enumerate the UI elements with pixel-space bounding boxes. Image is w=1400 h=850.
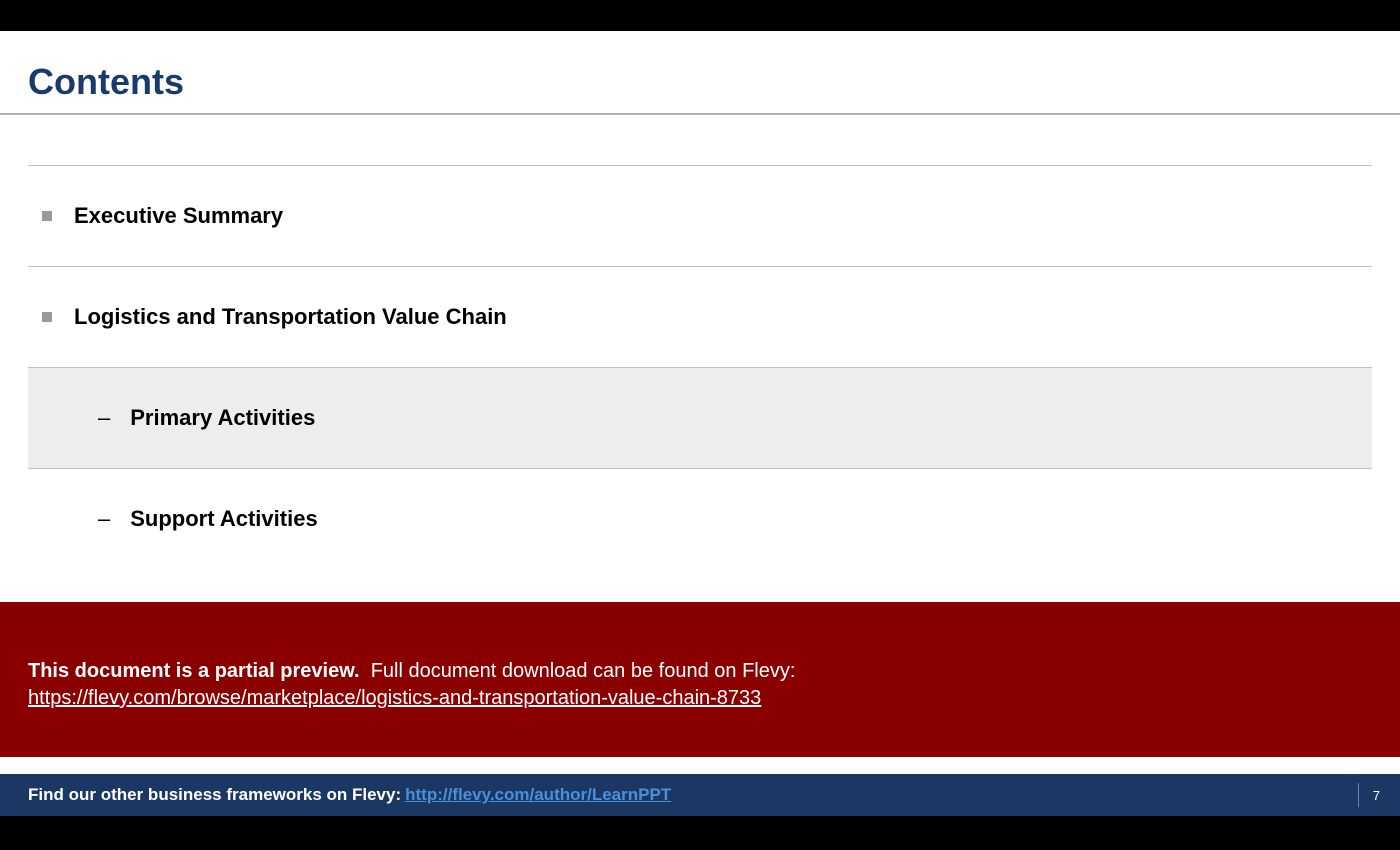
page-number-divider bbox=[1358, 783, 1359, 807]
preview-bold-text: This document is a partial preview. bbox=[28, 660, 360, 682]
item-label: Executive Summary bbox=[74, 203, 283, 229]
contents-list: Executive Summary Logistics and Transpor… bbox=[0, 165, 1400, 569]
title-divider bbox=[0, 113, 1400, 115]
footer-bar: Find our other business frameworks on Fl… bbox=[0, 774, 1400, 816]
contents-item-logistics-value-chain: Logistics and Transportation Value Chain bbox=[28, 267, 1372, 367]
preview-link[interactable]: https://flevy.com/browse/marketplace/log… bbox=[28, 687, 761, 709]
slide-content: Contents Executive Summary Logistics and… bbox=[0, 31, 1400, 850]
contents-item-primary-activities: – Primary Activities bbox=[28, 368, 1372, 468]
item-label: Support Activities bbox=[130, 506, 317, 532]
contents-item-support-activities: – Support Activities bbox=[28, 469, 1372, 569]
bullet-dash-icon: – bbox=[98, 506, 110, 532]
preview-rest-text: Full document download can be found on F… bbox=[371, 660, 796, 682]
preview-banner: This document is a partial preview. Full… bbox=[0, 602, 1400, 757]
item-label: Logistics and Transportation Value Chain bbox=[74, 304, 507, 330]
top-black-bar bbox=[0, 0, 1400, 31]
bottom-black-bar bbox=[0, 816, 1400, 850]
footer-link[interactable]: http://flevy.com/author/LearnPPT bbox=[405, 785, 671, 805]
bullet-square-icon bbox=[42, 211, 52, 221]
footer-prefix: Find our other business frameworks on Fl… bbox=[28, 785, 401, 805]
slide-title: Contents bbox=[0, 31, 1400, 113]
page-number: 7 bbox=[1373, 788, 1380, 803]
item-label: Primary Activities bbox=[130, 405, 315, 431]
bullet-square-icon bbox=[42, 312, 52, 322]
bullet-dash-icon: – bbox=[98, 405, 110, 431]
contents-item-executive-summary: Executive Summary bbox=[28, 166, 1372, 266]
page-number-wrapper: 7 bbox=[1358, 783, 1380, 807]
